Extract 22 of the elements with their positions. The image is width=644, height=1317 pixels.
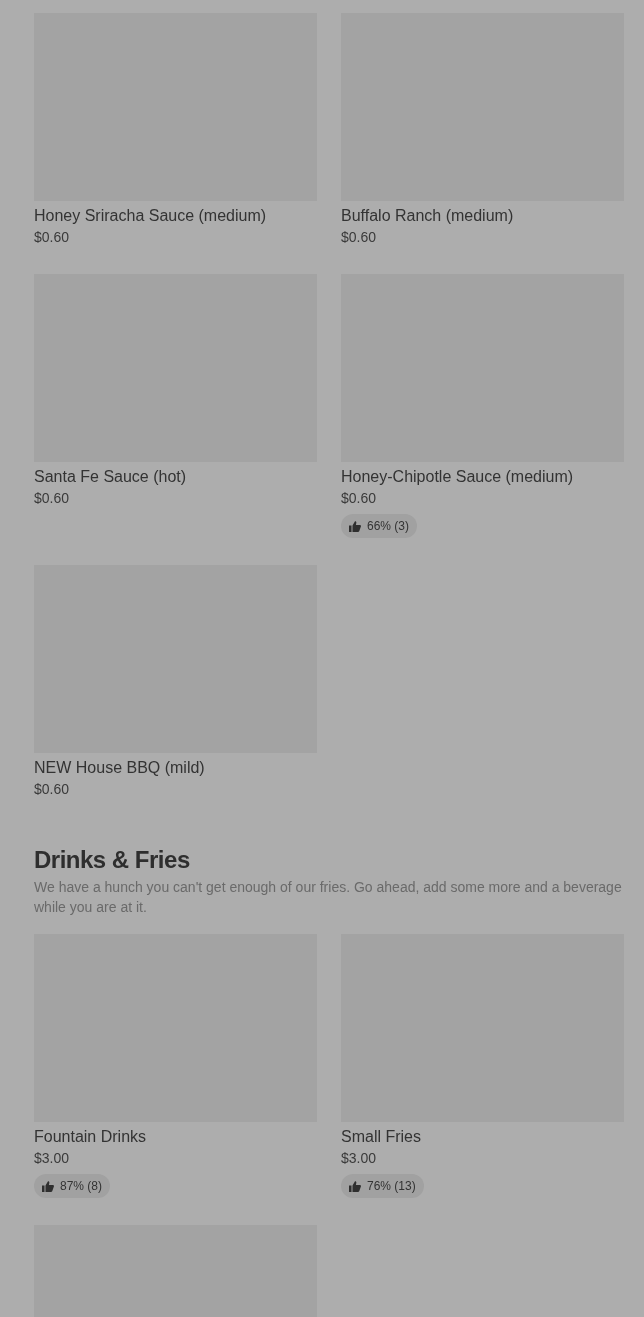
item-name[interactable]: Santa Fe Sauce (hot) bbox=[34, 466, 317, 488]
item-name[interactable]: NEW House BBQ (mild) bbox=[34, 757, 317, 779]
thumbs-up-icon bbox=[349, 1180, 361, 1192]
rating-badge: 87% (8) bbox=[34, 1174, 111, 1198]
item-name[interactable]: Buffalo Ranch (medium) bbox=[341, 205, 624, 227]
item-name[interactable]: Honey Sriracha Sauce (medium) bbox=[34, 205, 317, 227]
section-description: We have a hunch you can't get enough of our fries. Go ahead, add some more and a beverage while you are at it. bbox=[34, 878, 623, 917]
item-name[interactable]: Honey-Chipotle Sauce (medium) bbox=[341, 466, 624, 488]
item-name[interactable]: Small Fries bbox=[341, 1126, 624, 1148]
item-price: $3.00 bbox=[34, 1149, 71, 1168]
rating-badge: 66% (3) bbox=[341, 514, 418, 538]
item-price: $0.60 bbox=[34, 228, 71, 247]
item-price: $3.00 bbox=[341, 1149, 378, 1168]
thumbs-up-icon bbox=[349, 520, 361, 532]
item-price: $0.60 bbox=[341, 489, 378, 508]
section-title: Drinks & Fries bbox=[34, 845, 191, 875]
item-price: $0.60 bbox=[34, 780, 71, 799]
rating-badge: 76% (13) bbox=[341, 1174, 424, 1198]
item-price: $0.60 bbox=[34, 489, 71, 508]
item-price: $0.60 bbox=[341, 228, 378, 247]
thumbs-up-icon bbox=[42, 1180, 54, 1192]
item-name[interactable]: Fountain Drinks bbox=[34, 1126, 317, 1148]
